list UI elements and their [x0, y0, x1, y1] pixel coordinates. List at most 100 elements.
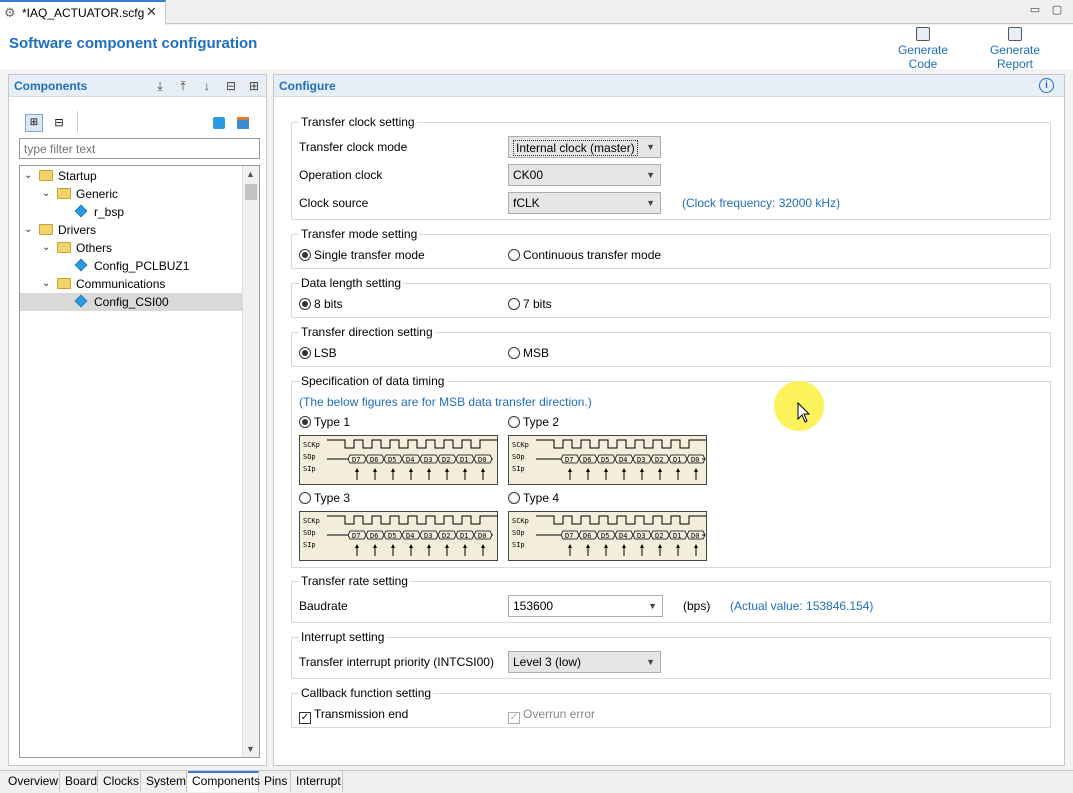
signal-label: SOp [512, 529, 525, 537]
minimize-icon[interactable]: ▭ [1028, 3, 1042, 17]
add-component-icon[interactable] [213, 117, 225, 129]
bottom-tab[interactable]: Board [61, 771, 98, 792]
group-title: Transfer mode setting [299, 227, 420, 241]
single-transfer-radio[interactable]: Single transfer mode [299, 248, 425, 264]
collapse-all-icon[interactable]: ⊟ [224, 79, 238, 93]
chevron-down-icon: ▼ [646, 142, 655, 152]
bit-label: D4 [619, 456, 627, 464]
info-icon[interactable]: i [1039, 78, 1054, 93]
group-title: Transfer rate setting [299, 574, 410, 588]
type-3-radio[interactable]: Type 3 [299, 491, 350, 507]
interrupt-priority-select[interactable]: Level 3 (low) ▼ [508, 651, 661, 673]
type-4-radio[interactable]: Type 4 [508, 491, 559, 507]
signal-label: SOp [512, 453, 525, 461]
tree-item-label: Config_PCLBUZ1 [94, 259, 190, 273]
bit-label: D3 [637, 532, 645, 540]
bit-label: D7 [565, 456, 573, 464]
bit-label: D0 [478, 532, 486, 540]
chevron-down-icon[interactable]: ⌄ [42, 189, 52, 199]
signal-label: SIp [512, 465, 525, 473]
expand-all-icon[interactable]: ⊞ [247, 79, 261, 93]
filter-input[interactable] [19, 138, 260, 159]
tree-item-label: Others [76, 241, 113, 255]
component-icon [74, 204, 88, 218]
bit-label: D5 [388, 456, 396, 464]
transmission-end-checkbox[interactable]: ✓ Transmission end [299, 707, 408, 724]
clock-frequency-note: (Clock frequency: 32000 kHz) [682, 196, 841, 210]
group-title: Interrupt setting [299, 630, 387, 644]
transfer-rate-group: Transfer rate setting Baudrate 153600 ▼ (… [291, 574, 1051, 623]
signal-label: SIp [512, 541, 525, 549]
transfer-clock-mode-select[interactable]: Internal clock (master) ▼ [508, 136, 661, 158]
bottom-tab[interactable]: Interrupt [292, 771, 343, 792]
bit-label: D0 [478, 456, 486, 464]
bit-label: D5 [601, 456, 609, 464]
tree-item[interactable]: ⌄ Generic [20, 185, 242, 203]
folder-icon [57, 242, 71, 253]
configure-panel: Configure i Transfer clock setting Trans… [273, 74, 1065, 766]
clock-source-select[interactable]: fCLK ▼ [508, 192, 661, 214]
components-panel-header: Components ⤓ ⤒ ↓ ⊟ ⊞ [9, 75, 266, 97]
bottom-tab-bar: Overview Board Clocks System Components Pins I… [0, 770, 1073, 793]
toolbar-divider [77, 111, 78, 133]
remove-component-icon[interactable] [237, 117, 249, 129]
type-2-radio[interactable]: Type 2 [508, 415, 559, 431]
signal-label: SIp [303, 541, 316, 549]
7-bits-radio[interactable]: 7 bits [508, 297, 552, 313]
operation-clock-select[interactable]: CK00 ▼ [508, 164, 661, 186]
tree-item[interactable]: ⌄ Communications [20, 275, 242, 293]
baudrate-select[interactable]: 153600 ▼ [508, 595, 663, 617]
view-by-type-icon[interactable]: ⊞ [25, 114, 43, 132]
lsb-radio[interactable]: LSB [299, 346, 337, 362]
maximize-icon[interactable]: ▢ [1050, 3, 1064, 17]
bottom-tab[interactable]: Clocks [99, 771, 141, 792]
timing-note: (The below figures are for MSB data tran… [299, 395, 592, 409]
continuous-transfer-radio[interactable]: Continuous transfer mode [508, 248, 661, 264]
bit-label: D3 [424, 456, 432, 464]
generate-code-button[interactable]: Generate Code [882, 27, 964, 71]
msb-radio[interactable]: MSB [508, 346, 549, 362]
editor-tab-title: *IAQ_ACTUATOR.scfg [22, 6, 145, 20]
tree-item[interactable]: ⌄ Others [20, 239, 242, 257]
page-title: Software component configuration [9, 35, 258, 52]
bit-label: D3 [637, 456, 645, 464]
bottom-tab[interactable]: System [142, 771, 187, 792]
chevron-down-icon[interactable]: ⌄ [42, 279, 52, 289]
editor-tab[interactable]: ⚙ *IAQ_ACTUATOR.scfg ✕ [0, 0, 166, 25]
gear-icon: ⚙ [4, 5, 16, 20]
sort-az-icon[interactable]: ↓ [200, 79, 214, 93]
bit-label: D2 [442, 532, 450, 540]
bottom-tab[interactable]: Pins [260, 771, 291, 792]
data-length-group: Data length setting 8 bits 7 bits [291, 276, 1051, 318]
chevron-down-icon[interactable]: ⌄ [24, 225, 34, 235]
tree-item[interactable]: r_bsp [20, 203, 242, 221]
chevron-down-icon[interactable]: ⌄ [42, 243, 52, 253]
component-tree: ⌄ Startup ⌄ Generic r_bsp ⌄ Drivers ⌄ Others Conf… [19, 165, 260, 758]
bit-label: D1 [460, 532, 468, 540]
import-icon[interactable]: ⤓ [153, 79, 167, 93]
generate-report-button[interactable]: Generate Report [971, 27, 1059, 71]
editor-tab-strip: ⚙ *IAQ_ACTUATOR.scfg ✕ ▭ ▢ [0, 0, 1073, 25]
page-header: Software component configuration Generat… [0, 25, 1073, 71]
export-icon[interactable]: ⤒ [176, 79, 190, 93]
tree-item[interactable]: ⌄ Drivers [20, 221, 242, 239]
chevron-down-icon: ▼ [646, 170, 655, 180]
8-bits-radio[interactable]: 8 bits [299, 297, 343, 313]
close-icon[interactable]: ✕ [146, 4, 157, 20]
generate-report-label: Generate Report [989, 43, 1041, 71]
component-icon [74, 294, 88, 308]
tree-scrollbar[interactable]: ▲ ▼ [242, 166, 259, 757]
bit-label: D1 [460, 456, 468, 464]
bit-label: D7 [352, 456, 360, 464]
generate-code-label: Generate Code [897, 43, 949, 71]
bit-label: D1 [673, 456, 681, 464]
tree-item-label: r_bsp [94, 205, 125, 219]
chevron-down-icon[interactable]: ⌄ [24, 171, 34, 181]
tree-item[interactable]: Config_PCLBUZ1 [20, 257, 242, 275]
type-1-radio[interactable]: Type 1 [299, 415, 350, 431]
view-by-function-icon[interactable]: ⊟ [51, 115, 67, 131]
tree-item[interactable]: Config_CSI00 [20, 293, 242, 311]
tree-item[interactable]: ⌄ Startup [20, 167, 242, 185]
bottom-tab[interactable]: Overview [4, 771, 60, 792]
bottom-tab[interactable]: Components [188, 771, 260, 792]
